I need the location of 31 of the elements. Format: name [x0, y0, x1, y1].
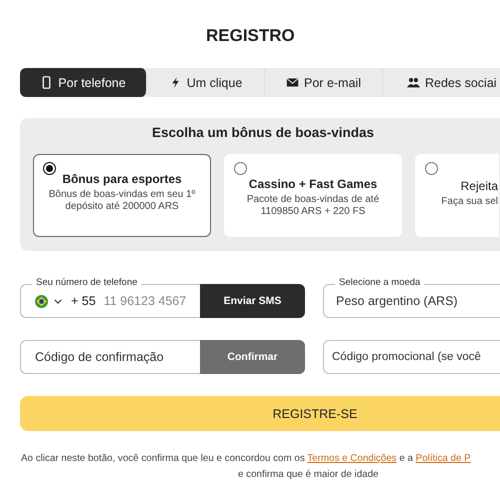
privacy-link[interactable]: Política de P	[416, 453, 471, 464]
bonus-card[interactable]: Bônus para esportes Bônus de boas-vindas em seu 1º depósito até 200000 ARS	[33, 154, 211, 237]
page-title: REGISTRO	[205, 26, 296, 46]
currency-value: Peso argentino (ARS)	[336, 294, 458, 308]
phone-icon	[40, 76, 54, 89]
country-code: + 55	[71, 294, 96, 308]
envelope-icon	[286, 76, 300, 89]
bonus-card[interactable]: Rejeita Faça sua sel	[415, 154, 499, 237]
bonus-heading: Escolha um bônus de boas-vindas	[150, 125, 376, 140]
register-button[interactable]: REGISTRE-SE	[20, 396, 500, 431]
bonus-description: Pacote de boas-vindas de até 1109850 ARS + 220 FS	[246, 194, 380, 218]
flag-icon[interactable]	[35, 294, 48, 308]
bonus-card[interactable]: Cassino + Fast Games Pacote de boas-vindas de até 1109850 ARS + 220 FS	[224, 154, 402, 237]
bonus-description: Bônus de boas-vindas em seu 1º depósito até 200000 ARS	[48, 189, 196, 213]
radio-button[interactable]	[234, 162, 247, 175]
promo-code-field[interactable]: Código promocional (se você	[323, 340, 500, 374]
bonus-title: Cassino + Fast Games	[248, 176, 378, 191]
send-sms-button[interactable]: Enviar SMS	[200, 284, 305, 318]
radio-button[interactable]	[425, 162, 438, 175]
bonus-title: Rejeita	[460, 179, 498, 193]
chevron-down-icon[interactable]	[54, 298, 62, 304]
radio-button[interactable]	[43, 162, 56, 175]
legal-text: e confirma que é maior de idade	[238, 469, 380, 480]
legal-text: Ao clicar neste botão, você confirma que leu e concordou com os Termos e Condições e a Política de P	[21, 453, 472, 464]
tab[interactable]: Por telefone	[20, 68, 147, 97]
people-icon	[407, 76, 420, 89]
confirmation-code-field[interactable]: Código de confirmação Confirmar	[20, 340, 305, 374]
bonus-description: Faça sua sel	[440, 196, 498, 208]
bonus-title: Bônus para esportes	[61, 172, 183, 186]
confirm-button[interactable]: Confirmar	[200, 340, 305, 374]
terms-link[interactable]: Termos e Condições	[307, 453, 397, 464]
